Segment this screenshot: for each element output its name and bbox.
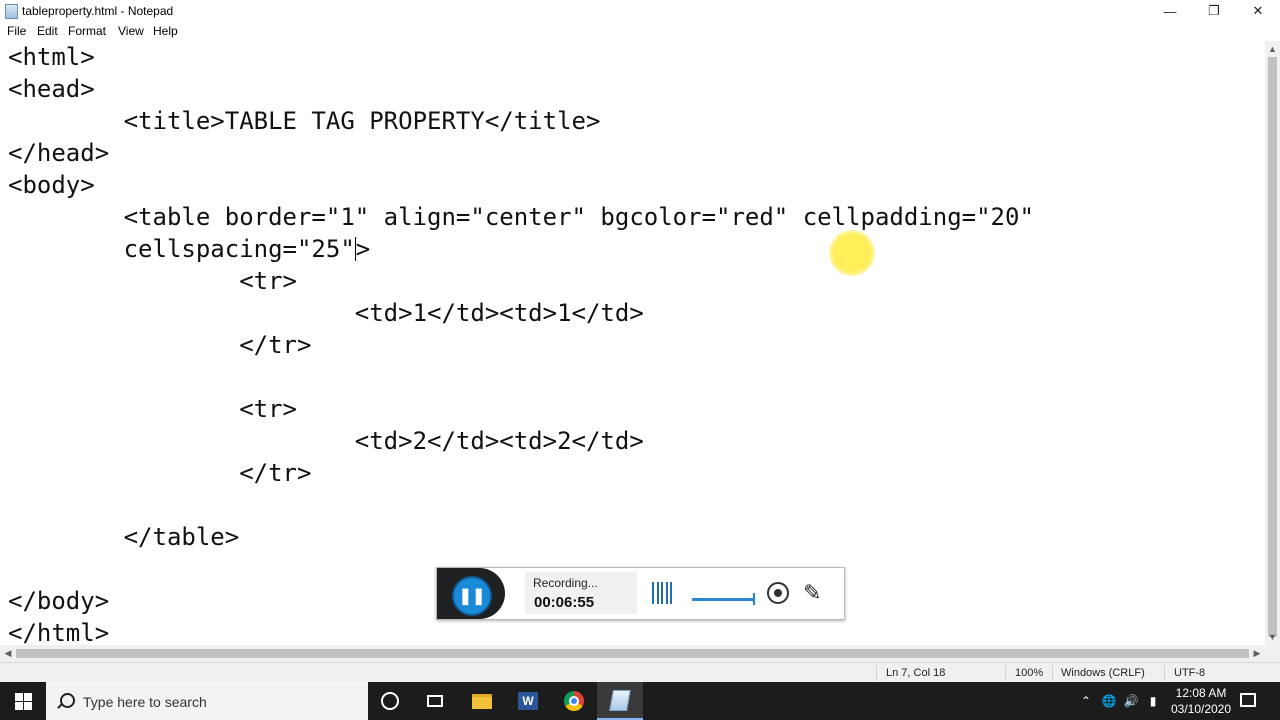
task-view-button[interactable] bbox=[412, 682, 458, 720]
window-title: tableproperty.html - Notepad bbox=[22, 4, 174, 18]
close-icon: ✕ bbox=[1252, 3, 1264, 18]
recording-status: Recording... bbox=[533, 576, 598, 590]
file-explorer-button[interactable] bbox=[459, 682, 505, 720]
pen-icon[interactable]: ✎ bbox=[803, 580, 829, 606]
notepad-taskbar-button[interactable] bbox=[597, 682, 643, 720]
code-line: </html> bbox=[8, 619, 110, 645]
menu-bar: File Edit Format View Help bbox=[0, 22, 1280, 41]
audio-level[interactable] bbox=[692, 598, 754, 601]
scroll-corner bbox=[1265, 645, 1280, 662]
pause-icon: ❚❚ bbox=[458, 588, 486, 605]
mouse-highlight bbox=[829, 230, 875, 276]
code-line: </tr> bbox=[8, 331, 312, 359]
scroll-down-icon[interactable]: ▼ bbox=[1265, 629, 1280, 645]
scroll-right-icon[interactable]: ▶ bbox=[1249, 645, 1265, 662]
pause-button[interactable]: ❚❚ bbox=[452, 576, 492, 616]
speaker-icon: 🔊 bbox=[1123, 694, 1139, 708]
cursor-position: Ln 7, Col 18 bbox=[886, 667, 946, 679]
notification-icon[interactable] bbox=[1240, 693, 1256, 707]
notepad-icon bbox=[5, 4, 18, 19]
start-button[interactable] bbox=[0, 682, 46, 720]
chrome-button[interactable] bbox=[551, 682, 597, 720]
clock-date: 03/10/2020 bbox=[1170, 702, 1232, 716]
chrome-icon bbox=[564, 691, 584, 711]
code-line: <title>TABLE TAG PROPERTY</title> bbox=[8, 107, 601, 135]
vertical-scrollbar[interactable]: ▲ ▼ bbox=[1265, 41, 1280, 645]
show-hidden-icons[interactable]: ⌃ bbox=[1078, 682, 1094, 720]
volume-button[interactable]: 🔊 bbox=[1122, 682, 1140, 720]
divider bbox=[1005, 665, 1006, 681]
clock-time: 12:08 AM bbox=[1175, 686, 1227, 700]
close-button[interactable]: ✕ bbox=[1236, 0, 1280, 22]
code-line: <tr> bbox=[8, 395, 297, 423]
scroll-thumb[interactable] bbox=[16, 649, 1249, 658]
code-line: <html> bbox=[8, 43, 95, 71]
code-line: </tr> bbox=[8, 459, 312, 487]
taskbar-search[interactable]: Type here to search bbox=[46, 682, 368, 720]
code-line: <head> bbox=[8, 75, 95, 103]
encoding: UTF-8 bbox=[1174, 667, 1206, 679]
code-line: <body> bbox=[8, 171, 95, 199]
minimize-icon: — bbox=[1163, 3, 1177, 19]
clock[interactable]: 12:08 AM 03/10/2020 bbox=[1170, 685, 1232, 717]
battery-button[interactable]: ▮ bbox=[1144, 682, 1162, 720]
globe-icon: 🌐 bbox=[1101, 694, 1117, 708]
code-line: </head> bbox=[8, 139, 110, 167]
scroll-left-icon[interactable]: ◀ bbox=[0, 645, 16, 662]
horizontal-scrollbar[interactable]: ◀ ▶ bbox=[0, 645, 1265, 662]
code-line: <table border="1" align="center" bgcolor… bbox=[8, 203, 1034, 231]
search-icon bbox=[60, 693, 75, 708]
code-line: </body> bbox=[8, 587, 110, 615]
code-line-tail: > bbox=[355, 235, 371, 263]
folder-icon bbox=[472, 693, 492, 709]
search-placeholder: Type here to search bbox=[83, 694, 207, 710]
menu-file[interactable]: File bbox=[7, 24, 26, 38]
cortana-button[interactable] bbox=[367, 682, 413, 720]
restore-icon: ❐ bbox=[1208, 3, 1220, 18]
divider bbox=[1164, 665, 1165, 681]
code-line: </table> bbox=[8, 523, 240, 551]
maximize-button[interactable]: ❐ bbox=[1192, 0, 1236, 22]
windows-icon bbox=[14, 692, 32, 710]
scroll-up-icon[interactable]: ▲ bbox=[1265, 41, 1280, 57]
menu-edit[interactable]: Edit bbox=[37, 24, 58, 38]
notepad-icon bbox=[609, 689, 631, 711]
text-editor[interactable]: <html> <head> <title>TABLE TAG PROPERTY<… bbox=[0, 41, 1265, 645]
status-bar: Ln 7, Col 18 100% Windows (CRLF) UTF-8 bbox=[0, 662, 1280, 683]
title-bar: tableproperty.html - Notepad — ❐ ✕ bbox=[0, 0, 1280, 22]
scroll-thumb[interactable] bbox=[1268, 57, 1277, 637]
menu-view[interactable]: View bbox=[118, 24, 144, 38]
webcam-icon[interactable] bbox=[767, 582, 789, 604]
code-line-text: cellspacing="25" bbox=[8, 235, 355, 263]
code-line: <td>1</td><td>1</td> bbox=[8, 299, 644, 327]
word-button[interactable]: W bbox=[505, 682, 551, 720]
word-icon: W bbox=[518, 692, 538, 710]
code-line-caret: cellspacing="25"> bbox=[8, 234, 371, 264]
recording-time: 00:06:55 bbox=[534, 594, 595, 611]
divider bbox=[876, 665, 877, 681]
zoom-level: 100% bbox=[1015, 667, 1044, 679]
cortana-icon bbox=[381, 692, 399, 710]
audio-level-marker bbox=[753, 593, 755, 605]
minimize-button[interactable]: — bbox=[1148, 0, 1192, 22]
screen-recorder-bar: ❚❚ Recording... 00:06:55 ✎ bbox=[436, 567, 845, 620]
battery-icon: ▮ bbox=[1149, 694, 1157, 708]
menu-format[interactable]: Format bbox=[68, 24, 106, 38]
taskbar: Type here to search W ⌃ 🌐 🔊 ▮ 12:08 AM 0… bbox=[0, 682, 1280, 720]
code-line: <tr> bbox=[8, 267, 297, 295]
recorder-control: ❚❚ bbox=[437, 568, 505, 619]
line-ending: Windows (CRLF) bbox=[1061, 667, 1145, 679]
divider bbox=[1052, 665, 1053, 681]
code-line: <td>2</td><td>2</td> bbox=[8, 427, 644, 455]
network-button[interactable]: 🌐 bbox=[1100, 682, 1118, 720]
chevron-up-icon: ⌃ bbox=[1080, 694, 1092, 708]
task-view-icon bbox=[427, 695, 443, 707]
menu-help[interactable]: Help bbox=[153, 24, 178, 38]
audio-bars-icon[interactable] bbox=[652, 582, 672, 604]
